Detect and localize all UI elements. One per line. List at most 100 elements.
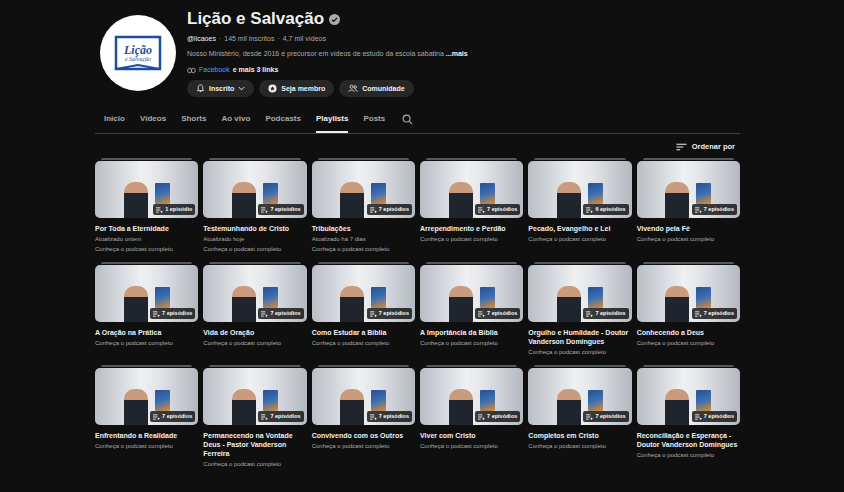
channel-tab[interactable]: Vídeos <box>140 106 166 133</box>
playlist-title[interactable]: Completos em Cristo <box>528 431 631 440</box>
playlist-thumbnail[interactable]: 7 episódios <box>312 368 415 425</box>
playlist-thumbnail[interactable]: 7 episódios <box>637 265 740 322</box>
playlist-thumbnail[interactable]: 7 episódios <box>203 161 306 218</box>
playlist-card[interactable]: 7 episódios Permanecendo na Vontade Deus … <box>203 365 306 468</box>
thumbnail-book <box>263 183 278 204</box>
playlist-title[interactable]: Vivendo pela Fé <box>637 224 740 233</box>
playlist-card[interactable]: 7 episódiosA Oração na PráticaConheça o … <box>95 262 198 356</box>
playlist-card[interactable]: 7 episódios Orgulho e Humildade - Doutor … <box>528 262 631 356</box>
playlist-icon <box>370 311 377 317</box>
playlist-title[interactable]: Por Toda a Eternidade <box>95 224 198 233</box>
episode-count: 7 episódios <box>379 413 409 420</box>
playlist-thumbnail[interactable]: 7 episódios <box>95 265 198 322</box>
playlist-title[interactable]: Viver com Cristo <box>420 431 523 440</box>
playlist-subtitle: Conheça o podcast completo <box>312 442 415 450</box>
thumbnail-book <box>371 390 386 411</box>
episode-badge: 7 episódios <box>475 411 520 422</box>
playlist-thumbnail[interactable]: 7 episódios <box>203 265 306 322</box>
playlist-card[interactable]: 7 episódiosVivendo pela FéConheça o podc… <box>637 158 740 253</box>
playlist-thumbnail[interactable]: 7 episódios <box>312 265 415 322</box>
playlist-icon <box>478 207 485 213</box>
more-links[interactable]: e mais 3 links <box>233 65 279 75</box>
playlist-thumbnail[interactable]: 7 episódios <box>420 368 523 425</box>
channel-tab[interactable]: Ao vivo <box>221 106 250 133</box>
playlist-stack: 7 episódios <box>637 262 740 322</box>
playlist-thumbnail[interactable]: 1 episódio <box>95 161 198 218</box>
video-count: 4,7 mil vídeos <box>283 34 326 44</box>
playlist-thumbnail[interactable]: 7 episódios <box>203 368 306 425</box>
facebook-link[interactable]: Facebook <box>199 65 230 75</box>
playlist-title[interactable]: Conhecendo a Deus <box>637 328 740 337</box>
playlist-card[interactable]: 7 episódiosEnfrentando a RealidadeConheç… <box>95 365 198 468</box>
playlist-card[interactable]: 6 episódiosPecado, Evangelho e LeiConheç… <box>528 158 631 253</box>
playlist-title[interactable]: Vida de Oração <box>203 328 306 337</box>
episode-badge: 7 episódios <box>583 411 628 422</box>
playlist-title[interactable]: A Importância da Bíblia <box>420 328 523 337</box>
channel-tab[interactable]: Podcasts <box>265 106 301 133</box>
playlist-thumbnail[interactable]: 7 episódios <box>95 368 198 425</box>
playlist-thumbnail[interactable]: 6 episódios <box>528 161 631 218</box>
playlist-icon <box>153 311 160 317</box>
channel-header: Liçãoe SalvaçãoLição e Salvação@licaoes·… <box>95 8 740 97</box>
sort-button[interactable]: Ordenar por <box>676 142 735 152</box>
playlist-card[interactable]: 7 episódiosTribulaçõesAtualizado há 7 di… <box>312 158 415 253</box>
channel-tab[interactable]: Início <box>104 106 125 133</box>
playlist-card[interactable]: 7 episódios Convivendo com os Outros Conhe… <box>312 365 415 468</box>
playlist-card[interactable]: 7 episódiosViver com CristoConheça o pod… <box>420 365 523 468</box>
playlist-thumbnail[interactable]: 7 episódios <box>637 161 740 218</box>
thumbnail-photo <box>665 286 689 322</box>
playlist-card[interactable]: 7 episódiosTestemunhando de CristoAtuali… <box>203 158 306 253</box>
playlist-card[interactable]: 7 episódiosConhecendo a DeusConheça o po… <box>637 262 740 356</box>
playlist-stack: 7 episódios <box>312 158 415 218</box>
playlist-thumbnail[interactable]: 7 episódios <box>420 161 523 218</box>
playlist-icon <box>586 207 593 213</box>
playlist-title[interactable]: Permanecendo na Vontade Deus - Pastor Va… <box>203 431 306 458</box>
subscribed-button[interactable]: Inscrito <box>187 80 254 97</box>
episode-count: 7 episódios <box>270 310 300 317</box>
playlist-card[interactable]: 7 episódiosArrependimento e PerdãoConheç… <box>420 158 523 253</box>
episode-count: 6 episódios <box>595 206 625 213</box>
playlist-thumbnail[interactable]: 7 episódios <box>312 161 415 218</box>
channel-avatar[interactable]: Liçãoe Salvação <box>100 15 176 91</box>
playlist-icon <box>261 414 268 420</box>
playlist-card[interactable]: 7 episódiosCompletos em CristoConheça o … <box>528 365 631 468</box>
playlist-title[interactable]: Orgulho e Humildade - Doutor Vanderson D… <box>528 328 631 346</box>
channel-page: Liçãoe SalvaçãoLição e Salvação@licaoes·… <box>0 0 844 492</box>
playlist-title[interactable]: Como Estudar a Bíblia <box>312 328 415 337</box>
search-icon[interactable] <box>402 114 413 125</box>
channel-description[interactable]: Nosso Ministério, desde 2016 é precursor… <box>187 49 468 59</box>
playlist-title[interactable]: Pecado, Evangelho e Lei <box>528 224 631 233</box>
thumbnail-book <box>696 183 711 204</box>
playlist-thumbnail[interactable]: 7 episódios <box>528 368 631 425</box>
more-link[interactable]: ...mais <box>446 50 468 57</box>
playlist-card[interactable]: 7 episódiosVida de OraçãoConheça o podca… <box>203 262 306 356</box>
playlist-stack: 7 episódios <box>95 262 198 322</box>
link-icon <box>187 67 196 74</box>
playlist-title[interactable]: A Oração na Prática <box>95 328 198 337</box>
playlist-subtitle: Conheça o podcast completo <box>203 460 306 468</box>
channel-tab[interactable]: Posts <box>363 106 385 133</box>
playlist-title[interactable]: Arrependimento e Perdão <box>420 224 523 233</box>
playlist-title[interactable]: Testemunhando de Cristo <box>203 224 306 233</box>
playlist-title[interactable]: Convivendo com os Outros <box>312 431 415 440</box>
playlist-title[interactable]: Enfrentando a Realidade <box>95 431 198 440</box>
episode-count: 7 episódios <box>704 413 734 420</box>
playlist-thumbnail[interactable]: 7 episódios <box>420 265 523 322</box>
community-button[interactable]: Comunidade <box>339 80 413 97</box>
playlist-card[interactable]: 1 episódioPor Toda a EternidadeAtualizad… <box>95 158 198 253</box>
episode-count: 7 episódios <box>270 206 300 213</box>
playlist-card[interactable]: 7 episódios Reconciliação e Esperança - D… <box>637 365 740 468</box>
thumbnail-book <box>696 390 711 411</box>
channel-tab[interactable]: Shorts <box>181 106 206 133</box>
join-button[interactable]: Seja membro <box>259 80 334 97</box>
playlist-title[interactable]: Tribulações <box>312 224 415 233</box>
playlist-card[interactable]: 7 episódios A Importância da Bíblia Conheç… <box>420 262 523 356</box>
channel-tab[interactable]: Playlists <box>316 106 348 133</box>
playlist-card[interactable]: 7 episódiosComo Estudar a BíbliaConheça … <box>312 262 415 356</box>
playlist-icon <box>478 414 485 420</box>
playlist-thumbnail[interactable]: 7 episódios <box>637 368 740 425</box>
playlist-thumbnail[interactable]: 7 episódios <box>528 265 631 322</box>
playlist-title[interactable]: Reconciliação e Esperança - Doutor Vande… <box>637 431 740 449</box>
playlist-stack: 7 episódios <box>312 262 415 322</box>
playlist-subtitle: Conheça o podcast completo <box>420 339 523 347</box>
